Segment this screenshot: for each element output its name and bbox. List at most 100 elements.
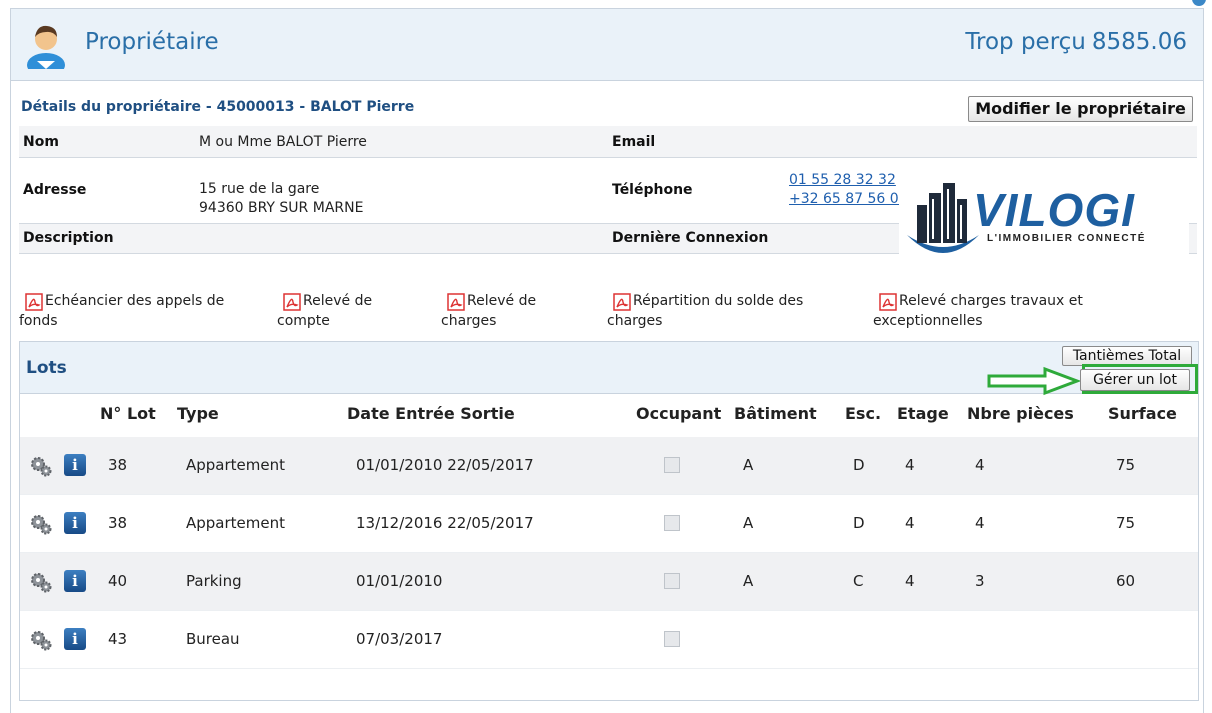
tantiemes-total-button[interactable]: Tantièmes Total — [1062, 346, 1192, 366]
building-logo-icon — [907, 183, 979, 253]
details-title: Détails du propriétaire - 45000013 - BAL… — [21, 99, 415, 115]
doc-line1: Répartition du solde des — [633, 293, 804, 309]
edit-owner-button[interactable]: Modifier le propriétaire — [968, 96, 1193, 122]
doc-line2: exceptionnelles — [873, 313, 983, 329]
lots-header: Lots Tantièmes Total Gérer un lot — [20, 342, 1198, 396]
column-header-num: N° Lot — [100, 404, 156, 423]
adresse-line1: 15 rue de la gare — [199, 181, 320, 197]
gear-icon[interactable] — [30, 571, 52, 593]
pdf-icon — [283, 293, 301, 311]
cell-surface: 60 — [1116, 572, 1136, 590]
derniere-connexion-label: Dernière Connexion — [612, 230, 769, 246]
cell-dates: 01/01/2010 — [356, 572, 443, 590]
column-header-occupant: Occupant — [636, 404, 722, 423]
cell-num: 38 — [108, 514, 128, 532]
cell-dates: 07/03/2017 — [356, 630, 443, 648]
occupant-checkbox[interactable] — [664, 457, 680, 473]
doc-line1: Relevé charges travaux et — [899, 293, 1083, 309]
cell-dates: 01/01/2010 22/05/2017 — [356, 456, 534, 474]
user-avatar-icon — [27, 25, 65, 69]
owner-panel: Propriétaire Trop perçu 8585.06 Détails d… — [10, 8, 1204, 713]
telephone-link-1[interactable]: 01 55 28 32 32 — [789, 171, 896, 189]
doc-link-travaux[interactable]: Relevé charges travaux et exceptionnelle… — [873, 291, 1123, 331]
nom-value: M ou Mme BALOT Pierre — [199, 134, 367, 150]
cell-etage: 4 — [905, 456, 915, 474]
gear-icon[interactable] — [30, 629, 52, 651]
occupant-checkbox[interactable] — [664, 573, 680, 589]
info-row-nom: Nom M ou Mme BALOT Pierre Email — [19, 126, 1197, 158]
column-header-pieces: Nbre pièces — [967, 404, 1074, 423]
cell-type: Appartement — [186, 514, 286, 532]
doc-link-echeancier[interactable]: Echéancier des appels de fonds — [19, 291, 259, 331]
table-row: i 38 Appartement 13/12/2016 22/05/2017 A… — [20, 495, 1198, 553]
doc-link-releve-compte[interactable]: Relevé de compte — [277, 291, 417, 331]
gerer-lot-button[interactable]: Gérer un lot — [1080, 369, 1190, 391]
cell-type: Appartement — [186, 456, 286, 474]
cell-esc: D — [853, 456, 865, 474]
info-icon[interactable]: i — [64, 512, 86, 534]
doc-line2: compte — [277, 313, 330, 329]
table-row: i 43 Bureau 07/03/2017 — [20, 611, 1198, 669]
cell-esc: C — [853, 572, 864, 590]
gear-icon[interactable] — [30, 455, 52, 477]
table-row: i 40 Parking 01/01/2010 A C 4 3 60 — [20, 553, 1198, 611]
pdf-icon — [447, 293, 465, 311]
cell-type: Bureau — [186, 630, 240, 648]
column-header-esc: Esc. — [845, 404, 882, 423]
cell-batiment: A — [743, 514, 754, 532]
logo-brand-text: VILOGI — [973, 184, 1135, 236]
green-arrow-icon — [987, 366, 1081, 396]
balance-value: 8585.06 — [1091, 29, 1187, 55]
documents-list: Echéancier des appels de fonds Relevé de… — [19, 291, 1199, 335]
telephone-link-2[interactable]: +32 65 87 56 03 — [789, 190, 908, 208]
cell-esc: D — [853, 514, 865, 532]
telephone-label: Téléphone — [612, 182, 693, 198]
balance-label: Trop perçu — [965, 29, 1086, 55]
cell-pieces: 3 — [975, 572, 985, 590]
occupant-checkbox[interactable] — [664, 515, 680, 531]
column-header-dates: Date Entrée Sortie — [347, 404, 515, 423]
column-header-type: Type — [177, 404, 219, 423]
cell-num: 38 — [108, 456, 128, 474]
cell-surface: 75 — [1116, 456, 1136, 474]
info-icon[interactable]: i — [64, 454, 86, 476]
info-icon[interactable]: i — [64, 570, 86, 592]
lots-title: Lots — [26, 358, 67, 378]
table-row: i 38 Appartement 01/01/2010 22/05/2017 A… — [20, 437, 1198, 495]
balance-status: Trop perçu 8585.06 — [959, 29, 1187, 55]
adresse-label: Adresse — [23, 182, 87, 198]
cell-batiment: A — [743, 456, 754, 474]
pdf-icon — [25, 293, 43, 311]
cell-surface: 75 — [1116, 514, 1136, 532]
info-icon[interactable]: i — [64, 628, 86, 650]
doc-line2: fonds — [19, 313, 58, 329]
gear-icon[interactable] — [30, 513, 52, 535]
doc-line2: charges — [441, 313, 497, 329]
doc-line2: charges — [607, 313, 663, 329]
cell-num: 40 — [108, 572, 128, 590]
column-header-surface: Surface — [1108, 404, 1177, 423]
occupant-checkbox[interactable] — [664, 631, 680, 647]
vilogi-logo: VILOGI L'IMMOBILIER CONNECTÉ — [899, 169, 1189, 261]
page-title: Propriétaire — [85, 29, 219, 55]
cell-dates: 13/12/2016 22/05/2017 — [356, 514, 534, 532]
column-header-batiment: Bâtiment — [734, 404, 817, 423]
cell-etage: 4 — [905, 514, 915, 532]
cell-pieces: 4 — [975, 514, 985, 532]
panel-header: Propriétaire Trop perçu 8585.06 — [11, 9, 1203, 81]
email-label: Email — [612, 134, 656, 150]
logo-tagline: L'IMMOBILIER CONNECTÉ — [987, 233, 1146, 244]
cell-batiment: A — [743, 572, 754, 590]
doc-link-releve-charges[interactable]: Relevé de charges — [441, 291, 581, 331]
column-header-etage: Etage — [897, 404, 949, 423]
cell-type: Parking — [186, 572, 242, 590]
pdf-icon — [613, 293, 631, 311]
doc-link-repartition[interactable]: Répartition du solde des charges — [607, 291, 847, 331]
corner-indicator — [1192, 0, 1206, 6]
cell-pieces: 4 — [975, 456, 985, 474]
cell-num: 43 — [108, 630, 128, 648]
lots-section: Lots Tantièmes Total Gérer un lot N° Lot… — [19, 341, 1199, 701]
doc-line1: Echéancier des appels de — [45, 293, 225, 309]
pdf-icon — [879, 293, 897, 311]
adresse-line2: 94360 BRY SUR MARNE — [199, 200, 364, 216]
